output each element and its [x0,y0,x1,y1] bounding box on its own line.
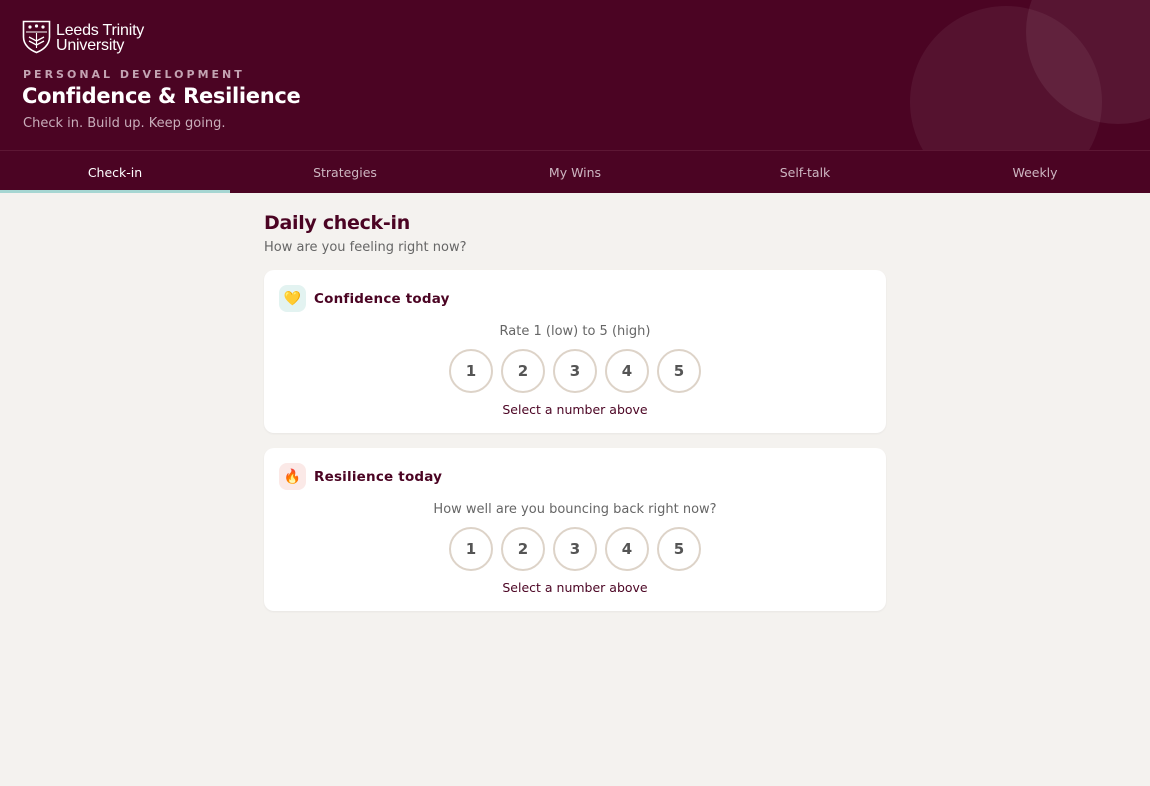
rating-button-1[interactable]: 1 [449,527,493,571]
rating-button-3[interactable]: 3 [553,527,597,571]
card-title: Resilience today [314,468,443,485]
resilience-rating: 1 2 3 4 5 [279,527,871,571]
rating-button-5[interactable]: 5 [657,349,701,393]
rating-prompt: How well are you bouncing back right now… [433,502,717,517]
header: Leeds Trinity University PERSONAL DEVELO… [0,0,1150,150]
section-subtitle: How are you feeling right now? [264,240,467,255]
yellow-heart-icon: 💛 [279,285,306,312]
tab-my-wins[interactable]: My Wins [460,151,690,193]
tab-self-talk[interactable]: Self-talk [690,151,920,193]
brand-line-2: University [56,37,125,54]
rating-button-2[interactable]: 2 [501,527,545,571]
rating-status: Select a number above [502,580,648,595]
eyebrow-label: PERSONAL DEVELOPMENT [23,68,245,81]
crest-icon [22,20,51,54]
confidence-card: 💛 Confidence today Rate 1 (low) to 5 (hi… [264,270,886,433]
section-title: Daily check-in [264,212,410,234]
rating-button-4[interactable]: 4 [605,527,649,571]
page-title: Confidence & Resilience [22,84,301,108]
rating-button-2[interactable]: 2 [501,349,545,393]
rating-button-3[interactable]: 3 [553,349,597,393]
resilience-card: 🔥 Resilience today How well are you boun… [264,448,886,611]
rating-prompt: Rate 1 (low) to 5 (high) [499,324,651,339]
card-title: Confidence today [314,290,450,307]
rating-button-5[interactable]: 5 [657,527,701,571]
brand-line-1: Leeds Trinity [56,22,145,39]
tab-bar: Check-in Strategies My Wins Self-talk We… [0,150,1150,193]
tab-weekly[interactable]: Weekly [920,151,1150,193]
rating-status: Select a number above [502,402,648,417]
rating-button-1[interactable]: 1 [449,349,493,393]
confidence-rating: 1 2 3 4 5 [279,349,871,393]
main-content: Daily check-in How are you feeling right… [264,193,886,611]
fire-icon: 🔥 [279,463,306,490]
rating-button-4[interactable]: 4 [605,349,649,393]
tab-strategies[interactable]: Strategies [230,151,460,193]
tab-check-in[interactable]: Check-in [0,151,230,193]
university-logo: Leeds Trinity University [22,20,144,54]
page-subtitle: Check in. Build up. Keep going. [23,116,226,131]
